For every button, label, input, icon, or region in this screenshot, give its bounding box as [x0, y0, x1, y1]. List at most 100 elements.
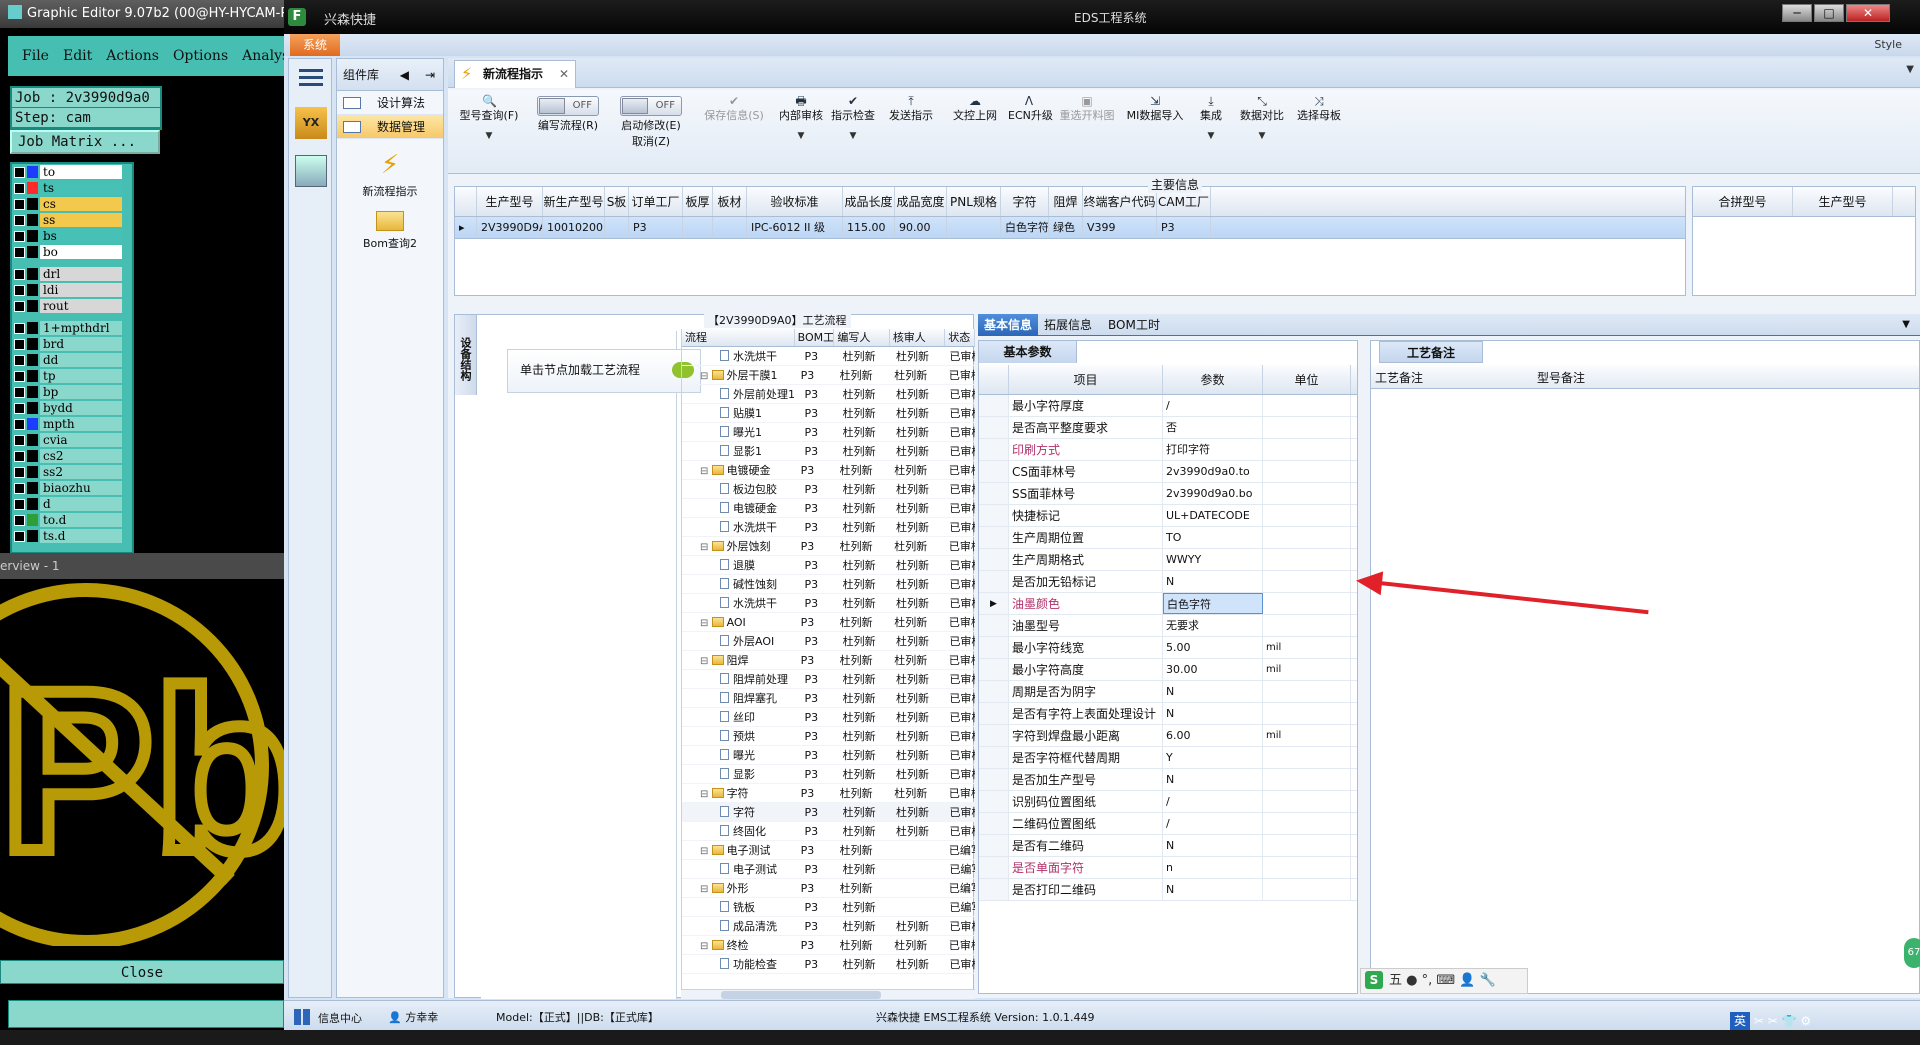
tree-row[interactable]: ⊟ AOIP3杜列新杜列新已审核 [682, 613, 975, 632]
menu-item-options[interactable]: Options [173, 48, 228, 64]
layer-checkbox[interactable] [14, 338, 25, 350]
tree-node[interactable]: 阻焊塞孔 [682, 689, 801, 707]
tree-node[interactable]: 显影1 [682, 442, 801, 460]
eds-title-bar[interactable]: F 兴森快捷 EDS工程系统 ─ □ ✕ [284, 0, 1920, 34]
yx-module-icon[interactable]: YX [295, 107, 327, 139]
tree-row[interactable]: 曝光1 P3 杜列新 杜列新 已审核 [682, 423, 975, 442]
info-tab[interactable]: 基本信息 [978, 314, 1039, 336]
grid-cell[interactable]: 白色字符 [1001, 217, 1049, 238]
toolbar-button[interactable]: ⤓ 集成 ▼ [1188, 92, 1234, 144]
layer-name[interactable]: cs2 [40, 449, 122, 463]
layer-checkbox[interactable] [14, 322, 25, 334]
bom-query-button[interactable]: Bom查询2 [337, 211, 443, 251]
tree-node[interactable]: 丝印 [682, 708, 801, 726]
layer-row[interactable]: rout [14, 298, 132, 314]
param-value[interactable]: 2v3990d9a0.to [1163, 461, 1263, 482]
layer-name[interactable]: 1+mpthdrl [40, 321, 122, 335]
edit-flow-toggle[interactable]: OFF 编写流程(R) [530, 92, 606, 134]
cancel-label[interactable]: 取消(Z) [632, 135, 670, 148]
tree-row[interactable]: 显影 P3 杜列新 杜列新 已审核 [682, 765, 975, 784]
info-tab[interactable]: 工时 [1130, 314, 1166, 336]
tree-row[interactable]: ⊟ 外形P3杜列新已编写 [682, 879, 975, 898]
column-header[interactable]: 生产型号 [477, 187, 543, 216]
layer-checkbox[interactable] [14, 370, 25, 382]
calculator-module-icon[interactable] [295, 155, 327, 187]
layer-name[interactable]: mpth [40, 417, 122, 431]
grid-cell[interactable] [947, 217, 1001, 238]
column-header[interactable]: 验收标准 [747, 187, 843, 216]
layer-checkbox[interactable] [14, 386, 25, 398]
model-query-button[interactable]: 🔍 型号查询(F) ▼ [454, 92, 524, 144]
param-row[interactable]: 是否字符框代替周期 Y [979, 747, 1357, 769]
expander-icon[interactable]: ⊟ [700, 542, 712, 553]
tree-node[interactable]: ⊟ 终检 [682, 936, 798, 954]
tree-column-header[interactable]: 流程 [682, 329, 795, 346]
layer-name[interactable]: bydd [40, 401, 122, 415]
param-column-header[interactable]: 单位 [1263, 365, 1351, 394]
layer-name[interactable]: drl [40, 267, 122, 281]
layer-checkbox[interactable] [14, 498, 25, 510]
layer-row[interactable]: ss [14, 212, 132, 228]
row-selector[interactable] [979, 857, 1009, 878]
column-header[interactable]: 字符 [1001, 187, 1049, 216]
comp-item-design-algorithm[interactable]: 设计算法 [337, 91, 443, 115]
layer-checkbox[interactable] [14, 268, 25, 280]
menu-item-analysi[interactable]: Analysi [242, 48, 284, 64]
column-header[interactable]: 板材 [713, 187, 747, 216]
layer-row[interactable]: bo [14, 244, 132, 260]
tree-node[interactable]: 终固化 [682, 822, 801, 840]
tree-node[interactable]: 水洗烘干 [682, 518, 801, 536]
column-header[interactable]: PNL规格 [947, 187, 1001, 216]
param-value[interactable]: 5.00 [1163, 637, 1263, 658]
layer-checkbox[interactable] [14, 530, 25, 542]
tree-row[interactable]: ⊟ 终检P3杜列新杜列新已审核 [682, 936, 975, 955]
layer-row[interactable]: cs [14, 196, 132, 212]
tree-row[interactable]: 成品清洗 P3 杜列新 杜列新 已审核 [682, 917, 975, 936]
row-selector[interactable] [979, 461, 1009, 482]
tree-node[interactable]: 外层AOI [682, 632, 801, 650]
layer-name[interactable]: to [40, 165, 122, 179]
tree-row[interactable]: 显影1 P3 杜列新 杜列新 已审核 [682, 442, 975, 461]
row-selector[interactable] [979, 417, 1009, 438]
layer-checkbox[interactable] [14, 418, 25, 430]
new-flow-instruction-button[interactable]: ⚡ 新流程指示 [337, 151, 443, 199]
toolbar-button[interactable]: ▣ 重选开料图 [1052, 92, 1122, 124]
layer-row[interactable]: bydd [14, 400, 132, 416]
layer-name[interactable]: dd [40, 353, 122, 367]
layer-row[interactable]: ldi [14, 282, 132, 298]
param-row[interactable]: 周期是否为阴字 N [979, 681, 1357, 703]
hamburger-menu-icon[interactable] [295, 65, 327, 93]
param-row[interactable]: 是否单面字符 n [979, 857, 1357, 879]
layer-checkbox[interactable] [14, 166, 25, 178]
layer-checkbox[interactable] [14, 230, 25, 242]
tree-node[interactable]: ⊟ 外形 [682, 879, 798, 897]
row-selector[interactable] [979, 571, 1009, 592]
row-selector[interactable] [979, 527, 1009, 548]
style-menu[interactable]: Style [1874, 38, 1902, 51]
grid-cell[interactable]: 10010200103147 [543, 217, 605, 238]
tree-row[interactable]: 预烘 P3 杜列新 杜列新 已审核 [682, 727, 975, 746]
toolbar-button[interactable]: ☁ 文控上网 [944, 92, 1006, 124]
layer-checkbox[interactable] [14, 514, 25, 526]
layer-checkbox[interactable] [14, 284, 25, 296]
toggle-switch[interactable]: OFF [537, 96, 599, 116]
layer-name[interactable]: ss2 [40, 465, 122, 479]
param-value[interactable]: 无要求 [1163, 615, 1263, 636]
param-value[interactable]: 否 [1163, 417, 1263, 438]
tree-row[interactable]: 贴膜1 P3 杜列新 杜列新 已审核 [682, 404, 975, 423]
tree-row[interactable]: 丝印 P3 杜列新 杜列新 已审核 [682, 708, 975, 727]
pin-icon[interactable]: ⇥ [425, 59, 435, 91]
save-info-button[interactable]: ✔ 保存信息(S) [696, 92, 772, 124]
column-header[interactable]: 订单工厂 [629, 187, 683, 216]
layer-row[interactable]: ss2 [14, 464, 132, 480]
param-value[interactable]: WWYY [1163, 549, 1263, 570]
tree-node[interactable]: ⊟ 电镀硬金 [682, 461, 798, 479]
column-header[interactable]: 终端客户代码 [1083, 187, 1157, 216]
toggle-switch[interactable]: OFF [620, 96, 682, 116]
tree-node[interactable]: 碱性蚀刻 [682, 575, 801, 593]
param-value[interactable]: N [1163, 835, 1263, 856]
layer-name[interactable]: d [40, 497, 122, 511]
start-edit-toggle[interactable]: OFF 启动修改(E) 取消(Z) [612, 92, 690, 150]
row-selector[interactable] [979, 659, 1009, 680]
layer-row[interactable]: cs2 [14, 448, 132, 464]
